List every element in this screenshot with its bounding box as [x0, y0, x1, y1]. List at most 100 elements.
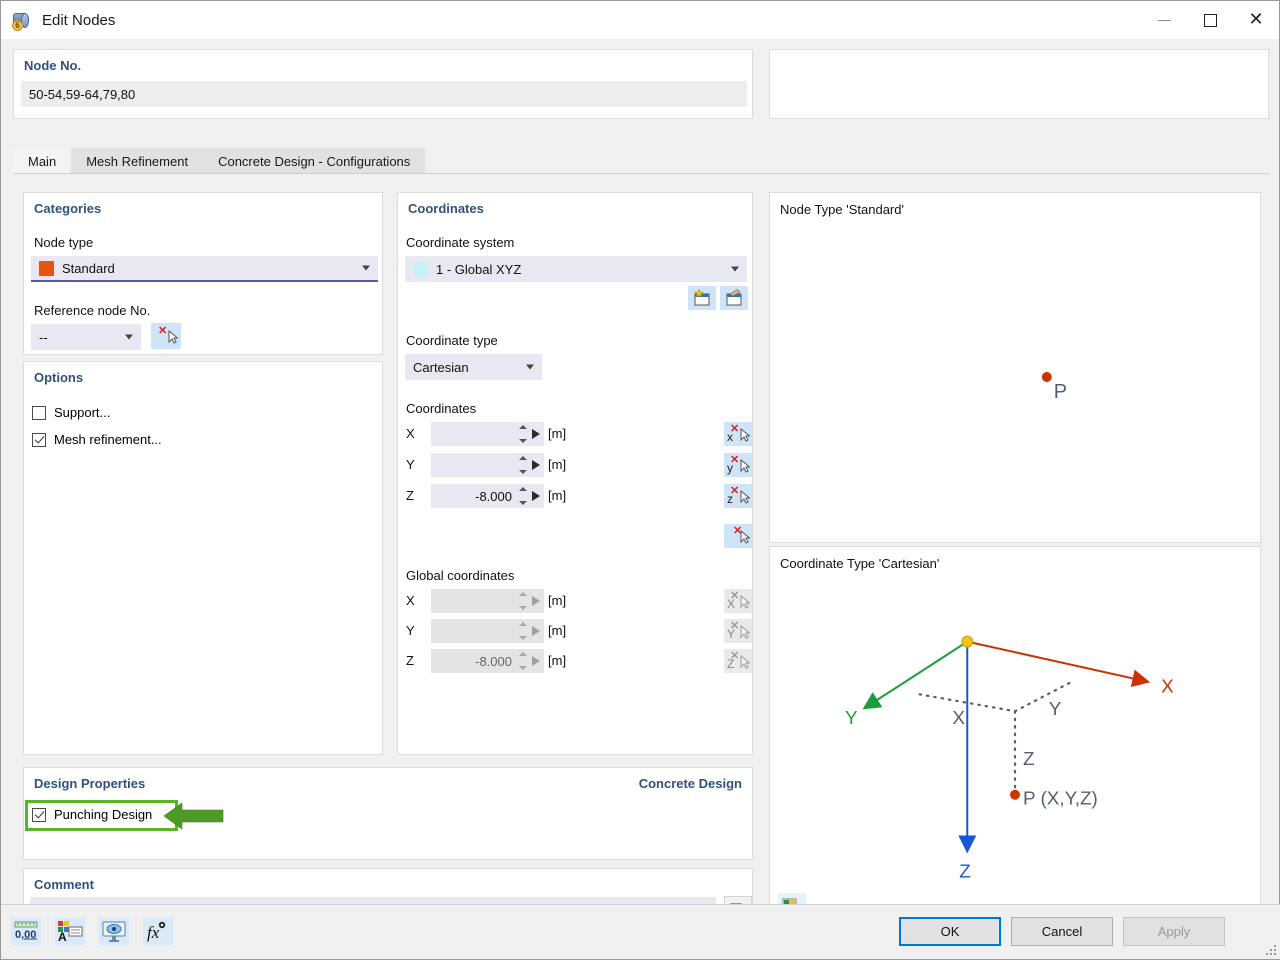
pick-x-button[interactable]: x ✕	[724, 422, 752, 446]
visibility-icon	[102, 921, 126, 942]
new-coordinate-system-button[interactable]	[688, 286, 716, 310]
dialog-footer: 0,00 A fx OK Cancel Apply	[1, 904, 1280, 959]
local-y-stepper[interactable]	[518, 456, 527, 474]
coordinates-panel: Coordinates Coordinate system 1 - Global…	[397, 192, 753, 755]
minimize-icon	[1157, 19, 1171, 21]
option-support[interactable]: Support...	[32, 405, 110, 420]
local-z-input[interactable]: -8.000	[431, 484, 544, 508]
window-title: Edit Nodes	[42, 11, 116, 29]
axis-y-line	[862, 640, 968, 710]
cartesian-point-label: P (X,Y,Z)	[1023, 789, 1098, 810]
pick-node-icon: ✕	[155, 326, 178, 345]
apply-button: Apply	[1123, 917, 1225, 946]
minimize-button[interactable]	[1141, 1, 1187, 39]
node-cube-icon: 6	[11, 9, 33, 31]
formula-button[interactable]: fx	[143, 918, 173, 945]
global-z-unit: [m]	[548, 653, 567, 668]
local-x-input[interactable]	[431, 422, 544, 446]
global-x-expand-icon	[532, 596, 540, 606]
pick-reference-node-button[interactable]: ✕	[151, 323, 181, 349]
cartesian-preview-label: Coordinate Type 'Cartesian'	[780, 556, 940, 571]
global-y-input	[431, 619, 544, 643]
local-z-axis-label: Z	[406, 488, 414, 503]
axis-y-label: Y	[845, 708, 858, 729]
coordinate-type-label: Coordinate type	[406, 333, 498, 348]
coordinate-system-combo[interactable]: 1 - Global XYZ	[405, 256, 747, 282]
global-z-expand-icon	[532, 656, 540, 666]
local-z-stepper[interactable]	[518, 487, 527, 505]
cursor-arrow-icon	[740, 490, 750, 504]
node-no-panel: Node No. 50-54,59-64,79,80	[13, 49, 753, 119]
maximize-button[interactable]	[1187, 1, 1233, 39]
cursor-arrow-icon	[168, 330, 178, 344]
support-checkbox[interactable]	[32, 405, 46, 420]
categories-title: Categories	[34, 201, 102, 216]
number-format-icon: 0,00	[14, 921, 38, 941]
punching-design-option[interactable]: Punching Design	[32, 807, 152, 822]
local-y-input[interactable]	[431, 453, 544, 477]
node-type-combo[interactable]: Standard	[31, 256, 378, 282]
chevron-down-icon	[362, 265, 370, 271]
local-y-expand-icon[interactable]	[532, 460, 540, 470]
global-y-unit: [m]	[548, 623, 567, 638]
dialog-action-buttons: OK Cancel Apply	[899, 917, 1225, 946]
title-bar: 6 Edit Nodes ✕	[1, 1, 1279, 39]
local-x-stepper[interactable]	[518, 425, 527, 443]
cursor-arrow-icon	[740, 428, 750, 442]
pick-x-icon: x ✕	[727, 424, 750, 444]
pick-y-icon: y ✕	[727, 455, 750, 475]
local-x-expand-icon[interactable]	[532, 429, 540, 439]
projection-x-label: X	[952, 708, 965, 729]
local-x-axis-label: X	[406, 426, 415, 441]
local-y-unit: [m]	[548, 457, 567, 472]
node-no-label: Node No.	[24, 58, 82, 73]
pick-y-button[interactable]: y ✕	[724, 453, 752, 477]
resize-grip-icon[interactable]	[1265, 944, 1277, 956]
node-type-color-swatch	[39, 260, 54, 276]
ok-button[interactable]: OK	[899, 917, 1001, 946]
local-coordinates-label: Coordinates	[406, 401, 477, 416]
global-x-input	[431, 589, 544, 613]
reference-node-value: --	[39, 329, 48, 345]
node-point-label: P	[1054, 381, 1067, 403]
pick-global-z-button: Z ✕	[724, 649, 752, 673]
projection-y-label: Y	[1049, 699, 1062, 720]
top-right-blank-panel	[769, 49, 1269, 119]
visibility-button[interactable]	[99, 918, 129, 945]
tab-mesh-refinement[interactable]: Mesh Refinement	[71, 148, 204, 173]
edit-coordinate-system-button[interactable]	[720, 286, 748, 310]
node-type-preview-panel: Node Type 'Standard' P	[769, 192, 1261, 543]
cartesian-point-marker	[1010, 789, 1020, 800]
node-type-label: Node type	[34, 235, 94, 250]
pick-global-z-icon: Z ✕	[727, 651, 750, 671]
pick-global-x-button: X ✕	[724, 589, 752, 613]
pick-point-button[interactable]: ✕	[724, 524, 752, 548]
pick-z-button[interactable]: z ✕	[724, 484, 752, 508]
global-y-expand-icon	[532, 626, 540, 636]
number-format-button[interactable]: 0,00	[11, 918, 41, 945]
cursor-arrow-icon	[740, 530, 750, 544]
close-icon: ✕	[1248, 9, 1264, 30]
node-type-preview-label: Node Type 'Standard'	[780, 202, 904, 217]
local-x-unit: [m]	[548, 426, 567, 441]
option-mesh-refinement[interactable]: Mesh refinement...	[32, 432, 162, 447]
local-z-expand-icon[interactable]	[532, 491, 540, 501]
footer-icon-bar: 0,00 A fx	[11, 918, 173, 945]
tab-concrete-design-configurations[interactable]: Concrete Design - Configurations	[203, 148, 426, 173]
pick-z-icon: z ✕	[727, 486, 750, 506]
formula-icon: fx	[147, 921, 166, 942]
mesh-refinement-checkbox[interactable]	[32, 432, 46, 447]
svg-text:fx: fx	[147, 923, 160, 942]
cancel-button[interactable]: Cancel	[1011, 917, 1113, 946]
global-z-stepper	[518, 652, 527, 670]
coordinate-type-combo[interactable]: Cartesian	[405, 354, 542, 380]
reference-node-combo[interactable]: --	[31, 324, 141, 350]
options-title: Options	[34, 370, 84, 385]
punching-design-checkbox[interactable]	[32, 807, 46, 822]
display-properties-button[interactable]: A	[55, 918, 85, 945]
axis-z-label: Z	[959, 861, 971, 882]
close-button[interactable]: ✕	[1233, 1, 1279, 39]
tab-main[interactable]: Main	[13, 148, 72, 173]
design-properties-title: Design Properties	[34, 776, 146, 791]
node-no-input[interactable]: 50-54,59-64,79,80	[21, 81, 747, 107]
